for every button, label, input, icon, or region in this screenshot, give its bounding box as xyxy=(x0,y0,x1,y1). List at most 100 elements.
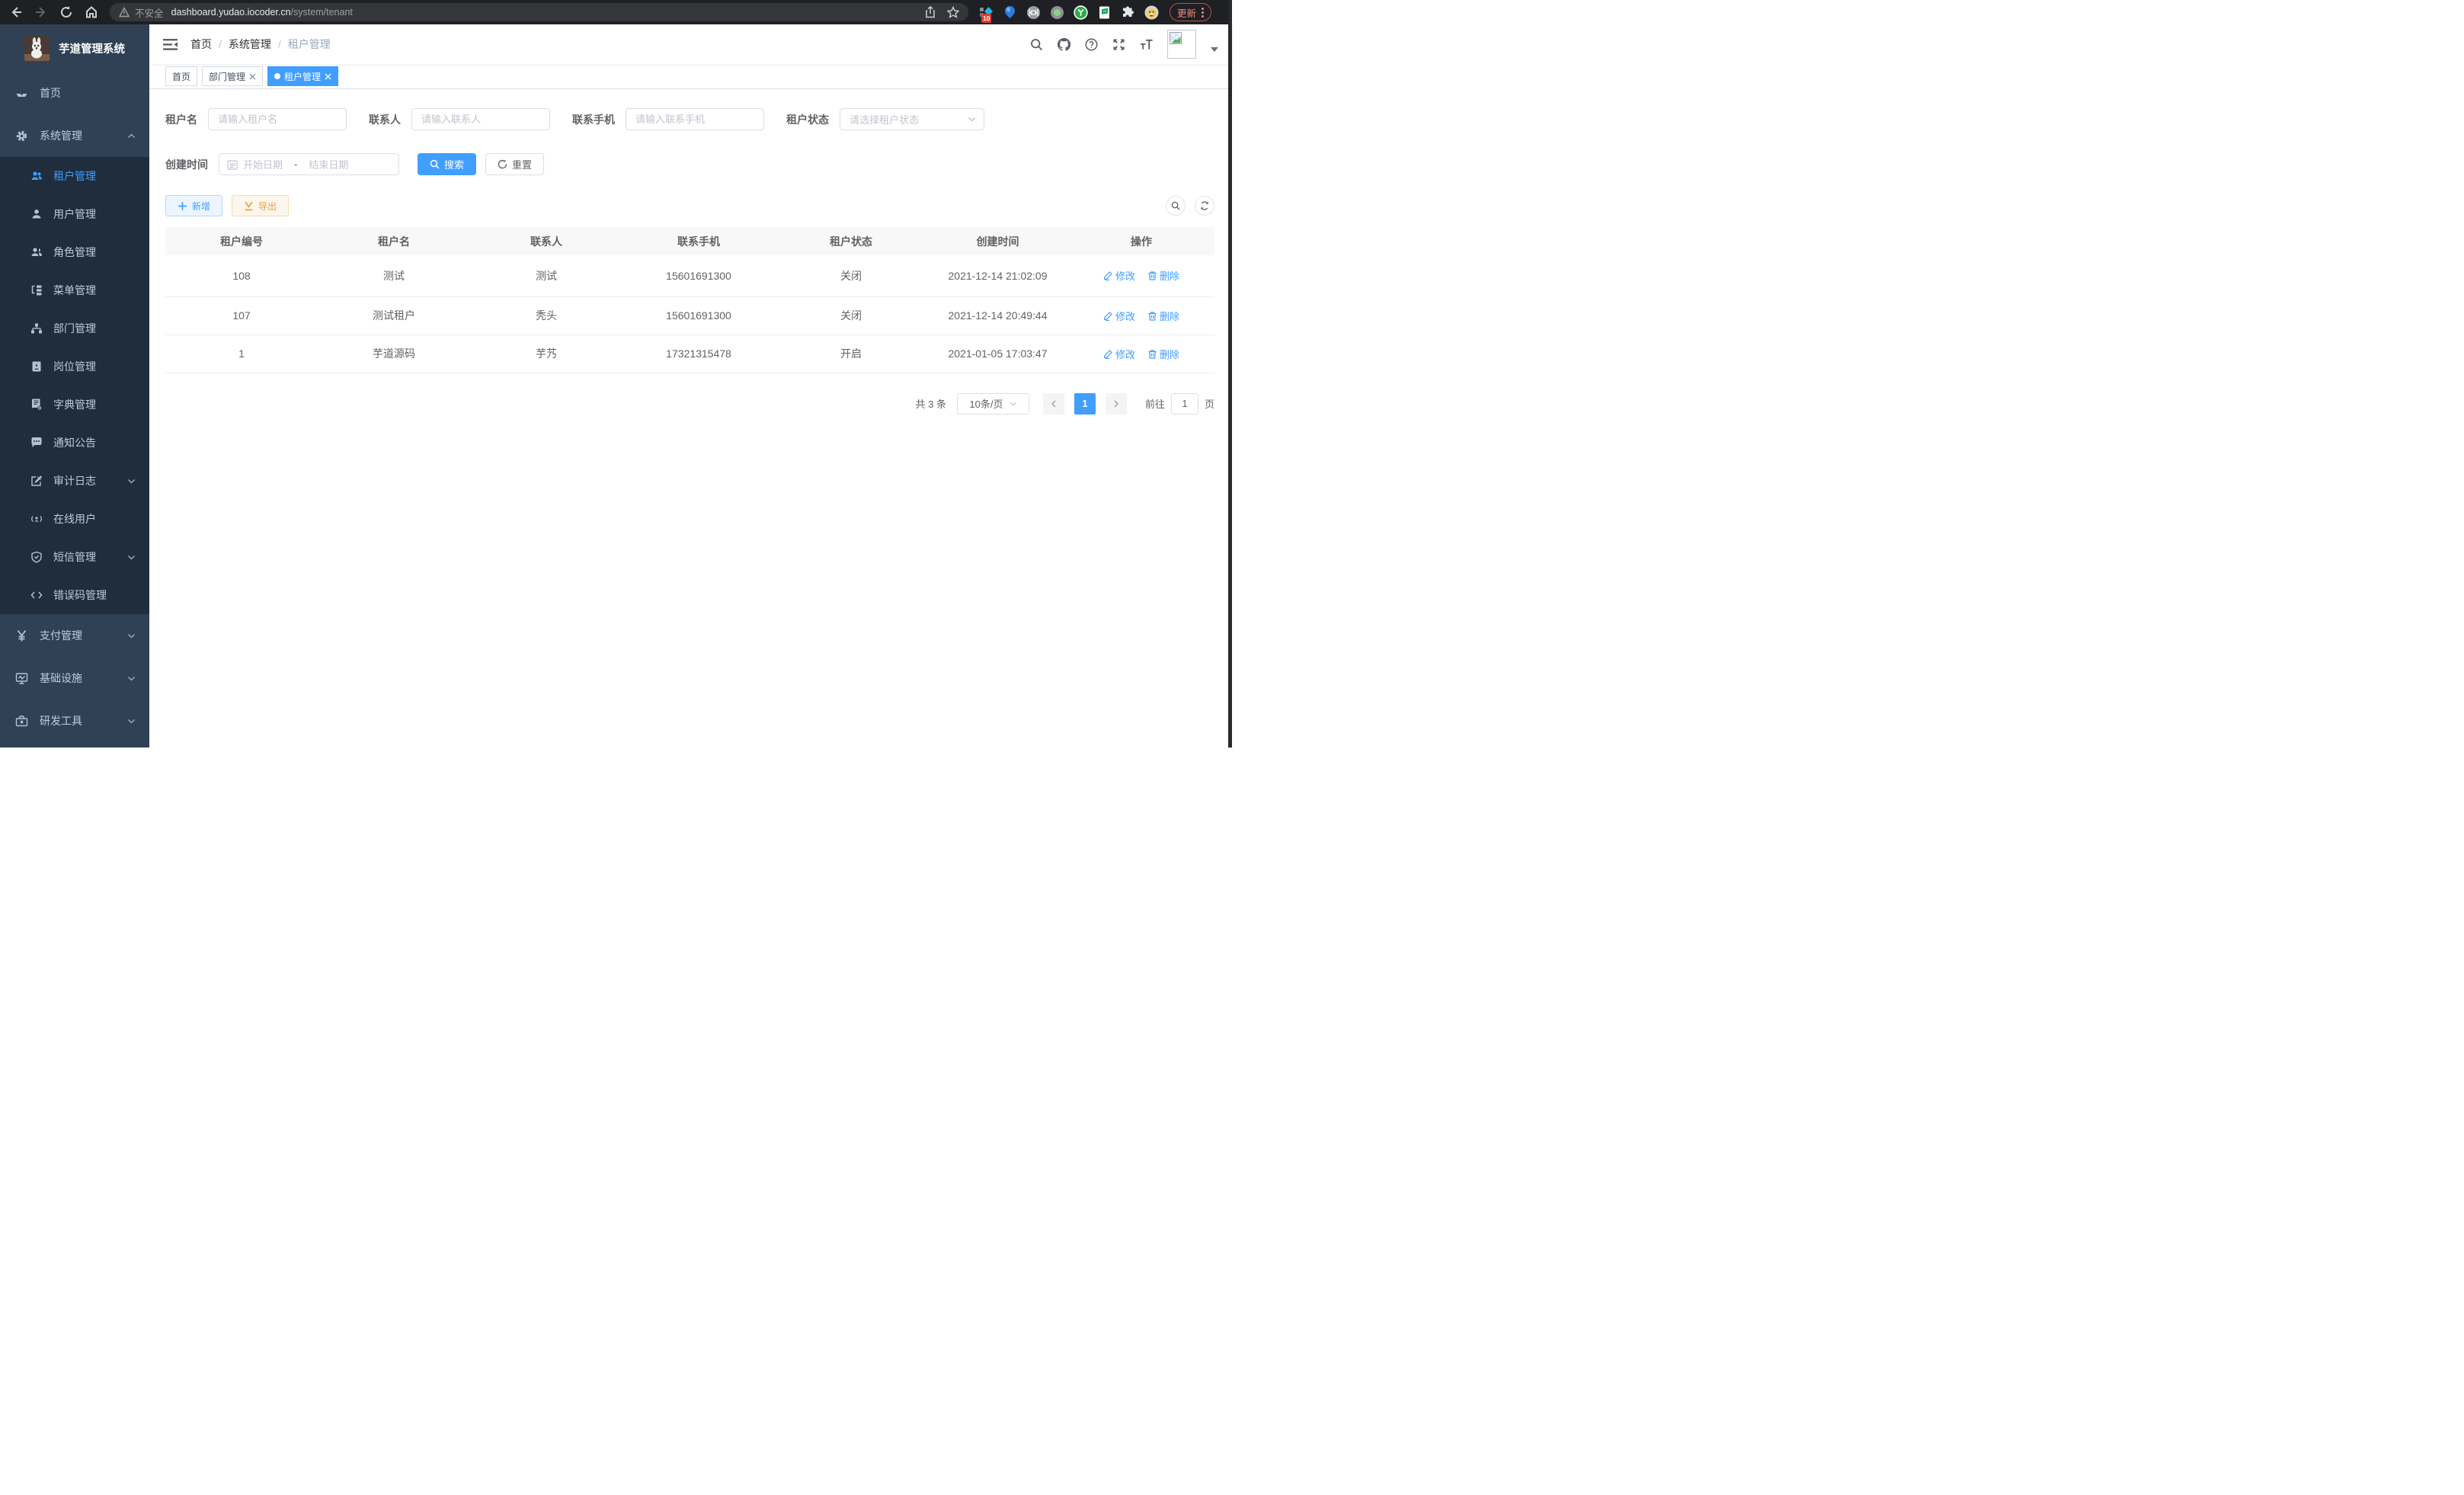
current-page-button[interactable]: 1 xyxy=(1074,393,1096,415)
sidebar-item-notice[interactable]: 通知公告 xyxy=(0,424,149,462)
browser-forward-icon[interactable] xyxy=(34,5,48,19)
cell-tenant-id: 108 xyxy=(165,255,318,296)
sidebar-item-users[interactable]: 用户管理 xyxy=(0,195,149,233)
tab-departments[interactable]: 部门管理 xyxy=(202,66,263,86)
table-row: 108 测试 测试 15601691300 关闭 2021-12-14 21:0… xyxy=(165,255,1214,296)
extension-command-icon[interactable] xyxy=(1026,5,1041,20)
cell-mobile: 17321315478 xyxy=(622,335,775,373)
reset-button[interactable]: 重置 xyxy=(485,153,544,175)
browser-reload-icon[interactable] xyxy=(59,5,73,19)
browser-menu-icon[interactable] xyxy=(1202,8,1204,18)
show-search-toggle-button[interactable] xyxy=(1166,196,1186,216)
create-time-range-picker[interactable]: 开始日期 - 结束日期 xyxy=(219,153,399,175)
refresh-table-button[interactable] xyxy=(1195,196,1214,216)
delete-button[interactable]: 删除 xyxy=(1147,347,1179,361)
close-icon[interactable] xyxy=(249,73,256,80)
tab-home[interactable]: 首页 xyxy=(165,66,197,86)
sidebar-collapse-icon[interactable] xyxy=(163,38,178,51)
prev-page-button[interactable] xyxy=(1043,393,1064,415)
edit-button[interactable]: 修改 xyxy=(1103,347,1135,361)
audit-log-icon xyxy=(30,475,43,487)
chevron-down-icon xyxy=(1010,400,1017,408)
browser-home-icon[interactable] xyxy=(85,5,98,19)
extension-diamond-icon[interactable]: 10 xyxy=(979,5,994,20)
sidebar-item-dev-tools[interactable]: 研发工具 xyxy=(0,699,149,742)
sidebar-item-roles[interactable]: 角色管理 xyxy=(0,233,149,271)
tenant-name-input[interactable] xyxy=(208,108,347,130)
page-size-select[interactable]: 10条/页 xyxy=(957,393,1029,415)
pencil-icon xyxy=(1103,311,1113,321)
sidebar-submenu-system: 租户管理 用户管理 角色管理 菜单管理 部门管理 岗位管理 xyxy=(0,157,149,614)
add-button[interactable]: 新增 xyxy=(165,195,222,216)
sidebar: 芋道管理系统 首页 系统管理 租户管理 用户管理 角色管理 xyxy=(0,24,149,748)
github-icon[interactable] xyxy=(1058,38,1070,51)
sidebar-item-error-codes[interactable]: 错误码管理 xyxy=(0,576,149,614)
sidebar-item-infrastructure[interactable]: 基础设施 xyxy=(0,657,149,699)
edit-button[interactable]: 修改 xyxy=(1103,309,1135,323)
sidebar-item-dict[interactable]: 字典管理 xyxy=(0,386,149,424)
sidebar-item-audit-log[interactable]: 审计日志 xyxy=(0,462,149,500)
fullscreen-icon[interactable] xyxy=(1112,38,1125,51)
font-size-icon[interactable] xyxy=(1140,38,1153,51)
extension-balloon-icon[interactable] xyxy=(1003,5,1017,20)
extension-record-icon[interactable] xyxy=(1050,5,1064,20)
tenants-icon xyxy=(30,170,43,182)
sidebar-item-payment[interactable]: 支付管理 xyxy=(0,614,149,657)
breadcrumb-home[interactable]: 首页 xyxy=(190,37,212,52)
sidebar-item-label: 岗位管理 xyxy=(53,359,96,374)
avatar-dropdown-caret[interactable] xyxy=(1211,47,1218,52)
sidebar-item-online-users[interactable]: 在线用户 xyxy=(0,500,149,538)
sidebar-item-menus[interactable]: 菜单管理 xyxy=(0,271,149,309)
next-page-button[interactable] xyxy=(1106,393,1127,415)
user-avatar[interactable] xyxy=(1167,30,1196,59)
address-bar[interactable]: 不安全 dashboard.yudao.iocoder.cn/system/te… xyxy=(110,3,968,21)
bookmark-star-icon[interactable] xyxy=(947,6,959,18)
search-button[interactable]: 搜索 xyxy=(418,153,476,175)
extension-y-icon[interactable] xyxy=(1074,5,1088,20)
export-button[interactable]: 导出 xyxy=(232,195,289,216)
sidebar-item-departments[interactable]: 部门管理 xyxy=(0,309,149,347)
goto-page-input[interactable] xyxy=(1171,393,1198,415)
sidebar-item-system[interactable]: 系统管理 xyxy=(0,114,149,157)
message-bubble-icon xyxy=(30,437,43,449)
menu-tree-icon xyxy=(30,284,43,296)
sidebar-item-label: 研发工具 xyxy=(40,713,82,728)
cell-tenant-name: 芋道源码 xyxy=(318,335,470,373)
edit-button[interactable]: 修改 xyxy=(1103,268,1135,283)
sidebar-item-sms[interactable]: 短信管理 xyxy=(0,538,149,576)
pencil-icon xyxy=(1103,271,1113,280)
tab-tenant[interactable]: 租户管理 xyxy=(267,66,338,86)
share-icon[interactable] xyxy=(924,6,936,18)
status-select[interactable]: 请选择租户状态 xyxy=(840,108,984,130)
sidebar-item-home[interactable]: 首页 xyxy=(0,72,149,114)
chevron-down-icon xyxy=(127,477,136,485)
sidebar-item-tenant[interactable]: 租户管理 xyxy=(0,157,149,195)
breadcrumb-system[interactable]: 系统管理 xyxy=(229,37,271,52)
delete-button[interactable]: 删除 xyxy=(1147,309,1179,323)
date-separator: - xyxy=(288,158,303,170)
filter-row-2: 创建时间 开始日期 - 结束日期 搜索 重置 xyxy=(165,153,1214,175)
cell-status: 关闭 xyxy=(775,255,927,296)
tab-label: 部门管理 xyxy=(209,70,245,83)
help-icon[interactable] xyxy=(1085,38,1098,51)
sidebar-item-label: 在线用户 xyxy=(53,511,96,527)
browser-update-button[interactable]: 更新 xyxy=(1170,3,1211,21)
delete-button[interactable]: 删除 xyxy=(1147,268,1179,283)
plus-icon xyxy=(178,201,187,211)
extensions-puzzle-icon[interactable] xyxy=(1121,5,1135,20)
security-label[interactable]: 不安全 xyxy=(135,5,164,20)
app-logo-row[interactable]: 芋道管理系统 xyxy=(0,24,149,72)
search-icon[interactable] xyxy=(1030,38,1043,51)
browser-back-icon[interactable] xyxy=(9,5,23,19)
page-size-value: 10条/页 xyxy=(969,396,1003,411)
mobile-input[interactable] xyxy=(626,108,764,130)
profile-avatar-icon[interactable] xyxy=(1144,5,1159,20)
close-icon[interactable] xyxy=(325,73,331,80)
chevron-right-icon xyxy=(1112,400,1120,408)
col-actions: 操作 xyxy=(1068,227,1214,255)
table-header-row: 租户编号 租户名 联系人 联系手机 租户状态 创建时间 操作 xyxy=(165,227,1214,255)
contact-input[interactable] xyxy=(411,108,550,130)
sidebar-item-posts[interactable]: 岗位管理 xyxy=(0,347,149,386)
extension-flag-icon[interactable] xyxy=(1097,5,1112,20)
col-tenant-id: 租户编号 xyxy=(165,227,318,255)
